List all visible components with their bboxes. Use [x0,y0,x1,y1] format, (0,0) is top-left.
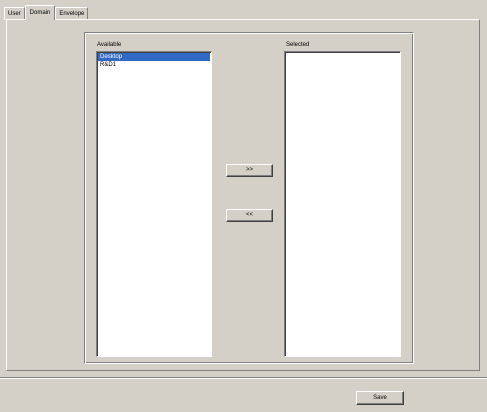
bottom-separator [0,377,487,379]
available-list: Desktop R&D1 [97,52,211,70]
tab-domain[interactable]: Domain [24,5,56,20]
selected-listbox[interactable] [284,51,401,357]
available-item-desktop[interactable]: Desktop [98,53,210,61]
move-left-button[interactable]: << [226,209,273,222]
available-listbox[interactable]: Desktop R&D1 [96,51,212,357]
save-button[interactable]: Save [356,391,404,405]
available-item-rd1[interactable]: R&D1 [98,61,210,69]
tab-strip: User Domain Envelope [4,4,89,20]
selected-list [285,52,400,54]
move-right-button[interactable]: >> [226,164,273,177]
available-list-label: Available [97,42,122,48]
selected-list-label: Selected [286,42,310,48]
